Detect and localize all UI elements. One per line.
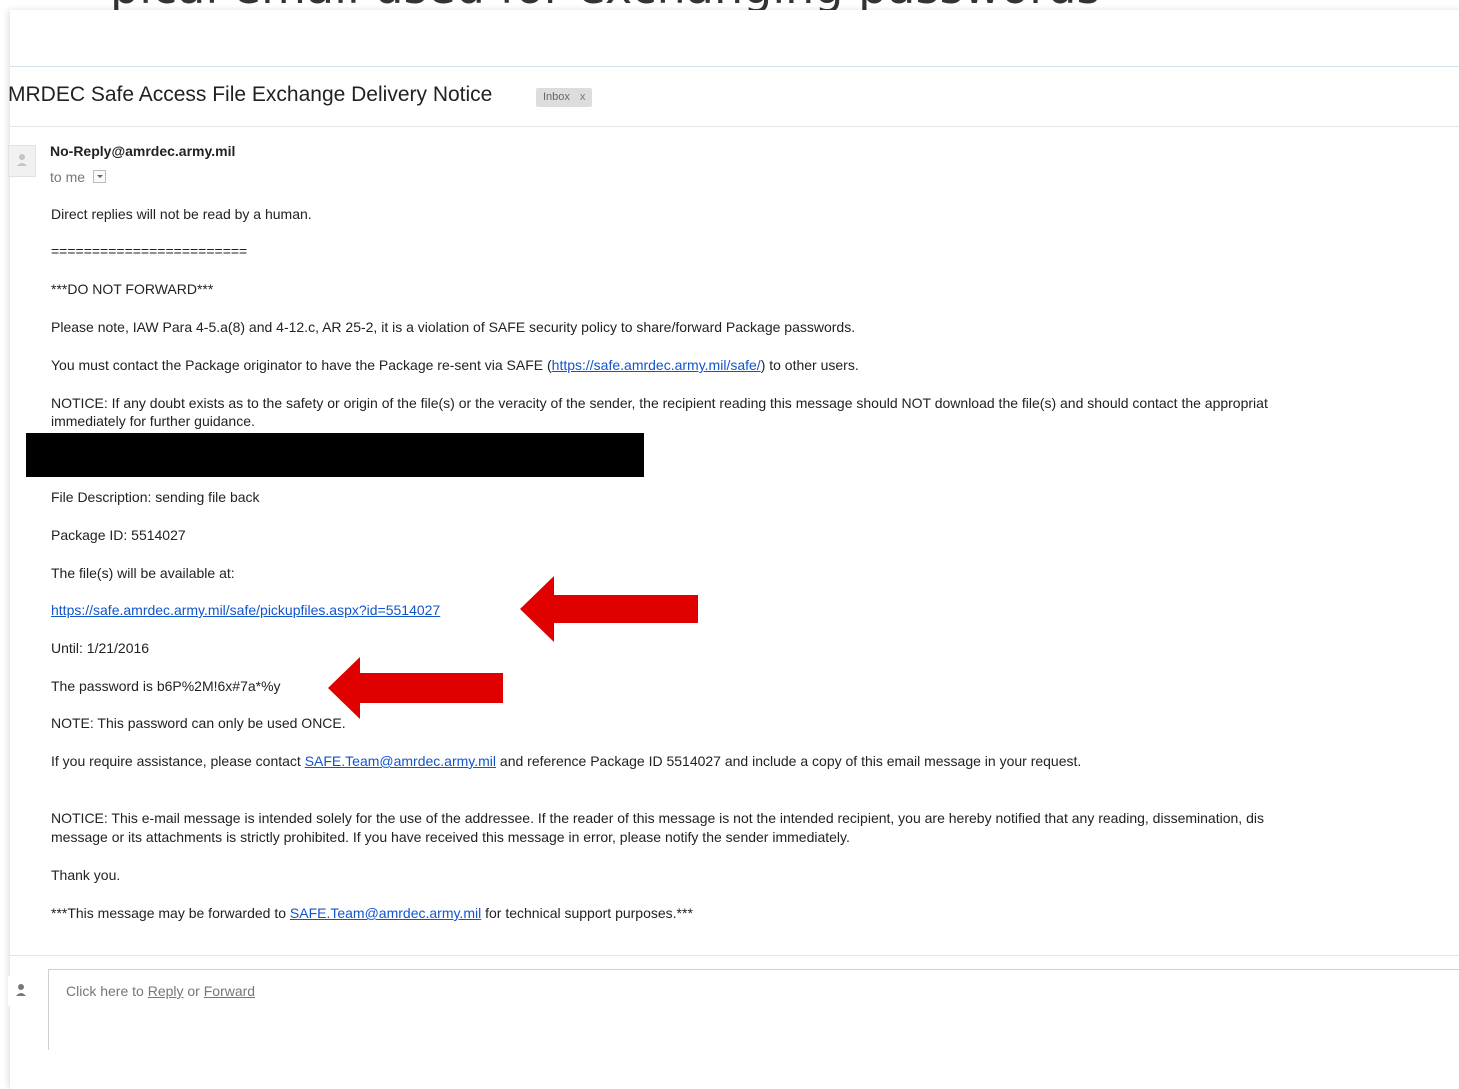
forward-text-post: for technical support purposes.***: [481, 905, 693, 921]
reply-prompt: Click here to Reply or Forward: [66, 983, 255, 999]
subject-divider: [10, 126, 1459, 127]
dropdown-arrow-icon[interactable]: [93, 170, 107, 183]
body-password: The password is b6P%2M!6x#7a*%y: [51, 678, 281, 694]
reply-box[interactable]: Click here to Reply or Forward: [48, 969, 1459, 1050]
reply-link[interactable]: Reply: [148, 983, 184, 999]
body-notice-line-2: immediately for further guidance.: [51, 413, 255, 429]
red-arrow-icon: [520, 576, 698, 642]
email-frame: [10, 10, 1459, 1089]
body-assistance: If you require assistance, please contac…: [51, 753, 1081, 769]
reply-avatar: [8, 976, 34, 1006]
inbox-label-chip[interactable]: Inbox x: [536, 88, 593, 107]
pickup-files-link[interactable]: https://safe.amrdec.army.mil/safe/pickup…: [51, 602, 440, 618]
sender-address[interactable]: No-Reply@amrdec.army.mil: [50, 143, 235, 159]
body-contact-originator: You must contact the Package originator …: [51, 357, 859, 373]
body-file-description: File Description: sending file back: [51, 489, 260, 505]
top-divider: [10, 66, 1459, 67]
body-pickup-line: https://safe.amrdec.army.mil/safe/pickup…: [51, 602, 440, 618]
person-avatar-icon: [17, 154, 27, 166]
red-arrow-icon: [328, 657, 503, 719]
body-until-date: Until: 1/21/2016: [51, 640, 150, 656]
sender-avatar: [8, 145, 36, 177]
body-available-at: The file(s) will be available at:: [51, 565, 235, 581]
recipient-line: to me: [50, 169, 107, 185]
reply-divider: [10, 955, 1459, 956]
body-forward-note: ***This message may be forwarded to SAFE…: [51, 905, 693, 921]
body-password-note: NOTE: This password can only be used ONC…: [51, 715, 346, 731]
assist-text-pre: If you require assistance, please contac…: [51, 753, 305, 769]
body-notice-line-1: NOTICE: If any doubt exists as to the sa…: [51, 395, 1268, 411]
forward-text-pre: ***This message may be forwarded to: [51, 905, 290, 921]
contact-text-pre: You must contact the Package originator …: [51, 357, 552, 373]
safe-team-email-link[interactable]: SAFE.Team@amrdec.army.mil: [305, 753, 496, 769]
body-package-id: Package ID: 5514027: [51, 527, 186, 543]
body-do-not-forward: ***DO NOT FORWARD***: [51, 281, 214, 297]
body-direct-replies: Direct replies will not be read by a hum…: [51, 206, 312, 222]
remove-label-icon[interactable]: x: [580, 91, 586, 103]
body-legal-line-1: NOTICE: This e-mail message is intended …: [51, 810, 1264, 826]
contact-text-post: ) to other users.: [760, 357, 859, 373]
body-policy-note: Please note, IAW Para 4-5.a(8) and 4-12.…: [51, 319, 856, 335]
body-thank-you: Thank you.: [51, 867, 121, 883]
body-separator: ========================: [51, 243, 248, 259]
safe-home-link[interactable]: https://safe.amrdec.army.mil/safe/: [552, 357, 761, 373]
email-subject: MRDEC Safe Access File Exchange Delivery…: [8, 83, 493, 106]
inbox-label-text: Inbox: [543, 91, 570, 103]
reply-prefix: Click here to: [66, 983, 148, 999]
safe-team-forward-link[interactable]: SAFE.Team@amrdec.army.mil: [290, 905, 481, 921]
to-me-text: to me: [50, 169, 86, 185]
reply-or: or: [183, 983, 204, 999]
body-legal-line-2: message or its attachments is strictly p…: [51, 829, 850, 845]
page: pical email used for exchanging password…: [0, 0, 1459, 1089]
redaction-block: [26, 433, 644, 477]
forward-link[interactable]: Forward: [204, 983, 255, 999]
assist-text-post: and reference Package ID 5514027 and inc…: [496, 753, 1082, 769]
person-avatar-icon: [16, 984, 26, 996]
